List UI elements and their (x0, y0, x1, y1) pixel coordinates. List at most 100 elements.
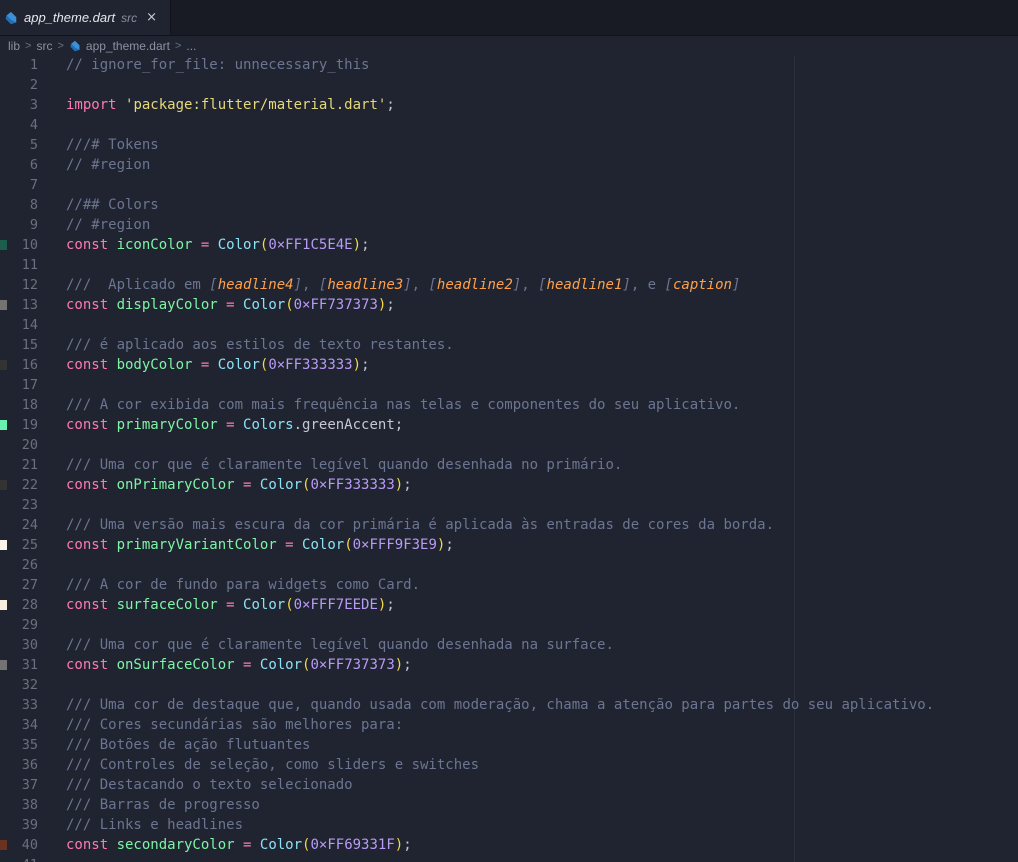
token-paren: ) (394, 657, 404, 673)
code-text: /// Cores secundárias são melhores para: (66, 715, 403, 735)
code-line[interactable]: 27 /// A cor de fundo para widgets como C… (0, 575, 1018, 595)
line-number: 19 (21, 417, 38, 433)
token-paren: ( (285, 597, 294, 613)
code-line[interactable]: 16 const bodyColor = Color(0×FF333333); (0, 355, 1018, 375)
code-line[interactable]: 26 (0, 555, 1018, 575)
code-line[interactable]: 35 /// Botões de ação flutuantes (0, 735, 1018, 755)
close-icon[interactable]: × (146, 10, 157, 25)
code-line[interactable]: 25 const primaryVariantColor = Color(0×FF… (0, 535, 1018, 555)
token-keyword: const (66, 657, 117, 673)
code-text: import 'package:flutter/material.dart'; (66, 95, 395, 115)
token-comment: /// Uma versão mais escura da cor primár… (66, 517, 775, 533)
breadcrumb-symbol[interactable]: ... (186, 39, 196, 53)
token-keyword: const (66, 417, 117, 433)
token-ref: headline1 (546, 277, 623, 293)
code-line[interactable]: 17 (0, 375, 1018, 395)
token-class: Colors (243, 417, 294, 433)
code-line[interactable]: 10 const iconColor = Color(0×FF1C5E4E); (0, 235, 1018, 255)
code-text: /// Uma cor de destaque que, quando usad… (66, 695, 934, 715)
token-var: surfaceColor (116, 597, 218, 613)
tab-bar: app_theme.dart src × (0, 0, 1018, 36)
dart-icon (5, 11, 17, 24)
line-number: 12 (21, 277, 38, 293)
code-line[interactable]: 28 const surfaceColor = Color(0×FFF7EEDE)… (0, 595, 1018, 615)
code-line[interactable]: 30 /// Uma cor que é claramente legível q… (0, 635, 1018, 655)
line-number: 22 (21, 477, 38, 493)
code-line[interactable]: 31 const onSurfaceColor = Color(0×FF73737… (0, 655, 1018, 675)
tab-directory: src (121, 10, 138, 25)
code-line[interactable]: 33 /// Uma cor de destaque que, quando us… (0, 695, 1018, 715)
token-punct: ; (445, 537, 454, 553)
code-text: /// Aplicado em [headline4], [headline3]… (66, 275, 740, 295)
line-number: 6 (29, 157, 38, 173)
code-line[interactable]: 29 (0, 615, 1018, 635)
token-var: primaryColor (116, 417, 218, 433)
code-line[interactable]: 22 const onPrimaryColor = Color(0×FF33333… (0, 475, 1018, 495)
token-keyword: import (66, 97, 126, 113)
breadcrumb-src[interactable]: src (36, 39, 52, 53)
code-line[interactable]: 21 /// Uma cor que é claramente legível q… (0, 455, 1018, 475)
line-number: 11 (21, 257, 38, 273)
token-var: onSurfaceColor (116, 657, 235, 673)
code-line[interactable]: 11 (0, 255, 1018, 275)
token-brack: [ (209, 277, 218, 293)
line-number: 40 (21, 837, 38, 853)
token-punct: ; (361, 357, 370, 373)
tab-app-theme[interactable]: app_theme.dart src × (0, 0, 171, 35)
code-line[interactable]: 32 (0, 675, 1018, 695)
code-line[interactable]: 18 /// A cor exibida com mais frequência … (0, 395, 1018, 415)
code-line[interactable]: 38 /// Barras de progresso (0, 795, 1018, 815)
code-line[interactable]: 20 (0, 435, 1018, 455)
token-punct: ; (361, 237, 370, 253)
token-num: 0×FF333333 (310, 477, 395, 493)
code-line[interactable]: 3 import 'package:flutter/material.dart'; (0, 95, 1018, 115)
breadcrumb-file[interactable]: app_theme.dart (86, 39, 170, 53)
line-number: 14 (21, 317, 38, 333)
code-line[interactable]: 37 /// Destacando o texto selecionado (0, 775, 1018, 795)
code-line[interactable]: 9 // #region (0, 215, 1018, 235)
code-line[interactable]: 4 (0, 115, 1018, 135)
code-text: /// A cor de fundo para widgets como Car… (66, 575, 420, 595)
code-text: /// Uma cor que é claramente legível qua… (66, 635, 614, 655)
line-number: 25 (21, 537, 38, 553)
code-line[interactable]: 5 ///# Tokens (0, 135, 1018, 155)
token-brack: ] (293, 277, 303, 293)
code-line[interactable]: 39 /// Links e headlines (0, 815, 1018, 835)
breadcrumb-lib[interactable]: lib (8, 39, 20, 53)
token-comment: //## Colors (66, 197, 159, 213)
token-comment: /// Barras de progresso (66, 797, 260, 813)
code-line[interactable]: 40 const secondaryColor = Color(0×FF69331… (0, 835, 1018, 855)
code-text: /// A cor exibida com mais frequência na… (66, 395, 740, 415)
token-var: iconColor (116, 237, 193, 253)
token-var: onPrimaryColor (116, 477, 235, 493)
token-keyword: const (66, 597, 117, 613)
token-op: = (217, 597, 244, 613)
code-line[interactable]: 23 (0, 495, 1018, 515)
code-line[interactable]: 8 //## Colors (0, 195, 1018, 215)
token-comment: ///# Tokens (66, 137, 159, 153)
code-line[interactable]: 34 /// Cores secundárias são melhores par… (0, 715, 1018, 735)
code-line[interactable]: 41 (0, 855, 1018, 862)
code-line[interactable]: 14 (0, 315, 1018, 335)
code-text: const onPrimaryColor = Color(0×FF333333)… (66, 475, 412, 495)
code-line[interactable]: 15 /// é aplicado aos estilos de texto re… (0, 335, 1018, 355)
code-line[interactable]: 1 // ignore_for_file: unnecessary_this (0, 56, 1018, 75)
line-number: 26 (21, 557, 38, 573)
code-line[interactable]: 24 /// Uma versão mais escura da cor prim… (0, 515, 1018, 535)
token-comment: /// Aplicado em (66, 277, 210, 293)
code-text: //## Colors (66, 195, 159, 215)
token-punct: ; (386, 297, 395, 313)
code-line[interactable]: 13 const displayColor = Color(0×FF737373)… (0, 295, 1018, 315)
code-line[interactable]: 2 (0, 75, 1018, 95)
code-line[interactable]: 6 // #region (0, 155, 1018, 175)
code-line[interactable]: 36 /// Controles de seleção, como sliders… (0, 755, 1018, 775)
token-punct: ; (386, 597, 395, 613)
token-var: secondaryColor (116, 837, 235, 853)
line-number: 41 (0, 855, 38, 862)
code-line[interactable]: 12 /// Aplicado em [headline4], [headline… (0, 275, 1018, 295)
code-editor[interactable]: 1// ignore_for_file: unnecessary_this 2 3 i… (0, 56, 1018, 862)
token-comment: /// é aplicado aos estilos de texto rest… (66, 337, 454, 353)
code-line[interactable]: 19 const primaryColor = Colors.greenAccen… (0, 415, 1018, 435)
code-line[interactable]: 7 (0, 175, 1018, 195)
token-op: = (234, 657, 260, 673)
